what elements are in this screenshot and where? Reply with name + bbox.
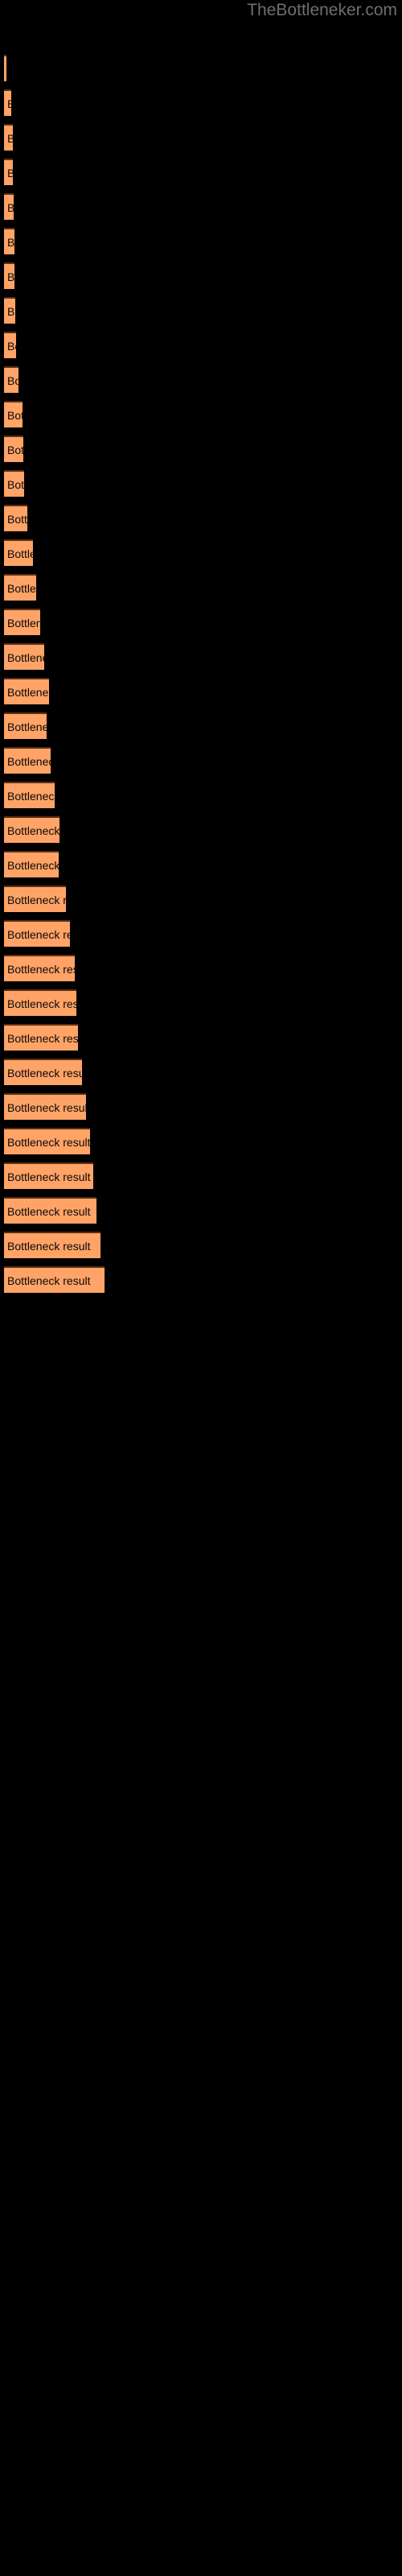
bar-label: Bottleneck result bbox=[7, 1274, 91, 1287]
bar[interactable]: Bottleneck result bbox=[4, 1128, 90, 1154]
bar[interactable]: Bottleneck result bbox=[4, 366, 18, 393]
bar-label: Bottleneck result bbox=[7, 754, 51, 768]
bar-label: Bottleneck result bbox=[7, 512, 27, 526]
bar[interactable]: Bottleneck result bbox=[4, 262, 14, 289]
bar[interactable]: Bottleneck result bbox=[4, 643, 44, 670]
bar[interactable]: Bottleneck result bbox=[4, 920, 70, 947]
bar-label: Bottleneck result bbox=[7, 374, 18, 387]
bar[interactable]: Bottleneck result bbox=[4, 574, 36, 601]
bar[interactable]: Bottleneck result bbox=[4, 1197, 96, 1224]
bar[interactable]: Bottleneck result bbox=[4, 55, 6, 81]
bar[interactable]: Bottleneck result bbox=[4, 886, 66, 912]
bar-label: Bottleneck result bbox=[7, 97, 11, 110]
bar-label: Bottleneck result bbox=[7, 1239, 91, 1253]
bar-label: Bottleneck result bbox=[7, 235, 14, 249]
bar[interactable]: Bottleneck result bbox=[4, 159, 13, 185]
bar[interactable]: Bottleneck result bbox=[4, 1059, 82, 1085]
bar-label: Bottleneck result bbox=[7, 616, 40, 630]
bar-label: Bottleneck result bbox=[7, 167, 13, 180]
bar[interactable]: Bottleneck result bbox=[4, 505, 27, 531]
bar-label: Bottleneck result bbox=[7, 1100, 86, 1114]
bar-label: Bottleneck result bbox=[7, 824, 59, 837]
bar[interactable]: Bottleneck result bbox=[4, 1232, 100, 1258]
bar-label: Bottleneck result bbox=[7, 477, 24, 491]
bar[interactable]: Bottleneck result bbox=[4, 1024, 78, 1051]
bar[interactable]: Bottleneck result bbox=[4, 228, 14, 254]
bar[interactable]: Bottleneck result bbox=[4, 851, 59, 877]
bar-label: Bottleneck result bbox=[7, 789, 55, 803]
bar[interactable]: Bottleneck result bbox=[4, 1093, 86, 1120]
bar[interactable]: Bottleneck result bbox=[4, 89, 11, 116]
bar-label: Bottleneck result bbox=[7, 650, 44, 664]
plot-area: Bottleneck result Bottleneck result Bottle… bbox=[0, 0, 402, 2576]
bar[interactable]: Bottleneck result bbox=[4, 297, 15, 324]
bar[interactable]: Bottleneck result bbox=[4, 124, 13, 151]
bar-label: Bottleneck result bbox=[7, 1066, 82, 1080]
bar-label: Bottleneck result bbox=[7, 408, 23, 422]
bar[interactable]: Bottleneck result bbox=[4, 1162, 93, 1189]
bar-label: Bottleneck result bbox=[7, 270, 14, 283]
bar-label: Bottleneck result bbox=[7, 685, 49, 699]
bottleneck-bar-chart: TheBottleneker.com Bottleneck resultBott… bbox=[0, 0, 402, 2576]
bar[interactable]: Bottleneck result bbox=[4, 193, 14, 220]
bar[interactable]: Bottleneck result bbox=[4, 678, 49, 704]
bar-label: Bottleneck result bbox=[7, 1135, 90, 1149]
bar[interactable]: Bottleneck result bbox=[4, 436, 23, 462]
bar[interactable]: Bottleneck result bbox=[4, 609, 40, 635]
bar-label: Bottleneck result bbox=[7, 201, 14, 214]
bar[interactable]: Bottleneck result bbox=[4, 539, 33, 566]
bar-label: Bottleneck result bbox=[7, 339, 16, 353]
bar-label: Bottleneck result bbox=[7, 304, 15, 318]
bar[interactable]: Bottleneck result bbox=[4, 782, 55, 808]
bar-label: Bottleneck result bbox=[7, 893, 66, 906]
bar-label: Bottleneck result bbox=[7, 997, 76, 1010]
bar[interactable]: Bottleneck result bbox=[4, 470, 24, 497]
bar[interactable]: Bottleneck result bbox=[4, 332, 16, 358]
bar-label: Bottleneck result bbox=[7, 1204, 91, 1218]
bar-label: Bottleneck result bbox=[7, 858, 59, 872]
bar[interactable]: Bottleneck result bbox=[4, 955, 75, 981]
bar[interactable]: Bottleneck result bbox=[4, 816, 59, 843]
bar-label: Bottleneck result bbox=[7, 1031, 78, 1045]
bar-label: Bottleneck result bbox=[7, 443, 23, 456]
bar-label: Bottleneck result bbox=[7, 720, 47, 733]
bar-label: Bottleneck result bbox=[7, 547, 33, 560]
bar-label: Bottleneck result bbox=[7, 962, 75, 976]
bar[interactable]: Bottleneck result bbox=[4, 747, 51, 774]
bar[interactable]: Bottleneck result bbox=[4, 1266, 105, 1293]
bar[interactable]: Bottleneck result bbox=[4, 712, 47, 739]
bar-label: Bottleneck result bbox=[7, 132, 13, 145]
bar-label: Bottleneck result bbox=[7, 581, 36, 595]
bar[interactable]: Bottleneck result bbox=[4, 989, 76, 1016]
bar-label: Bottleneck result bbox=[7, 927, 70, 941]
bar[interactable]: Bottleneck result bbox=[4, 401, 23, 427]
bar-label: Bottleneck result bbox=[7, 1170, 91, 1183]
